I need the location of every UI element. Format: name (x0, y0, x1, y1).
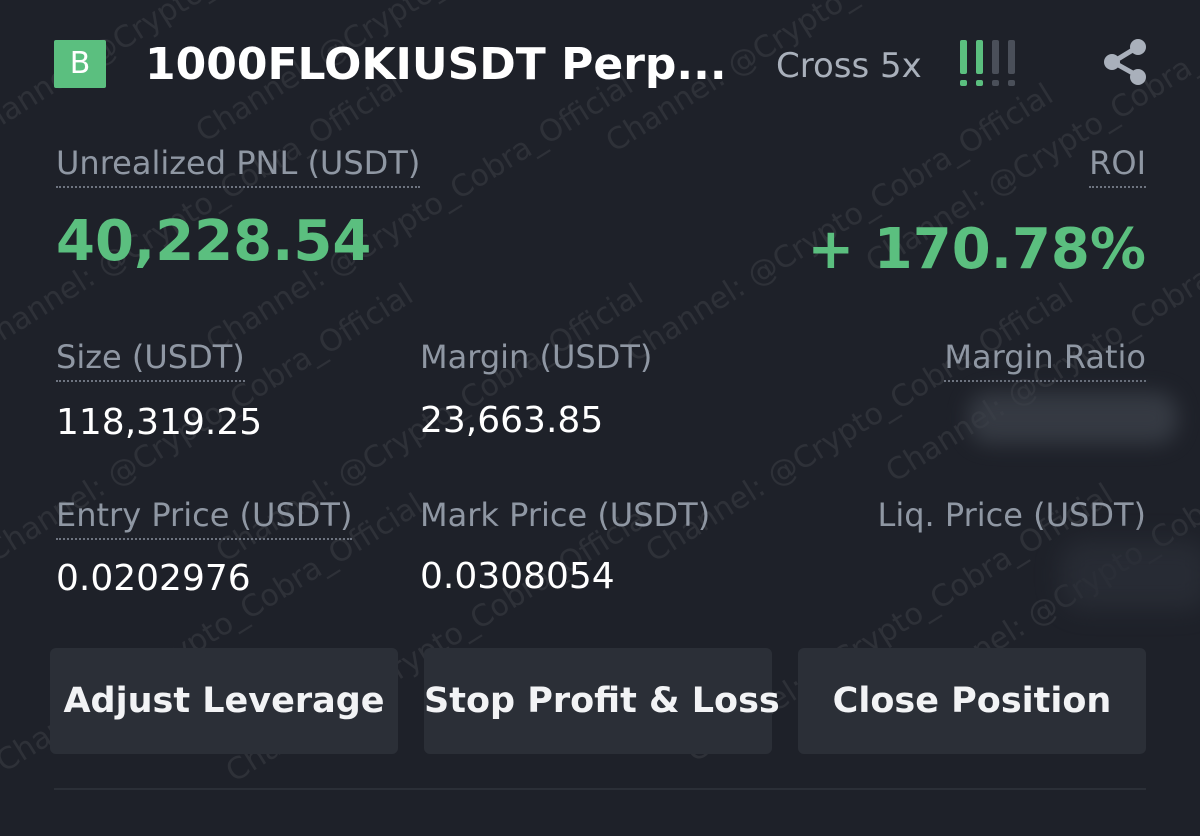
size-value: 118,319.25 (56, 402, 263, 443)
exchange-badge: B (54, 40, 106, 88)
close-position-button[interactable]: Close Position (798, 648, 1146, 754)
unrealized-pnl-value: 40,228.54 (56, 209, 372, 274)
share-icon[interactable] (1100, 36, 1152, 88)
size-label[interactable]: Size (USDT) (56, 336, 245, 382)
margin-mode-label[interactable]: Cross 5x (776, 44, 922, 88)
margin-value: 23,663.85 (420, 400, 604, 441)
entry-price-value: 0.0202976 (56, 558, 251, 599)
margin-label: Margin (USDT) (420, 338, 653, 376)
mark-price-value: 0.0308054 (420, 556, 615, 597)
liq-price-value-obscured (1060, 540, 1200, 610)
stop-profit-loss-button[interactable]: Stop Profit & Loss (424, 648, 780, 754)
symbol-title[interactable]: 1000FLOKIUSDT Perp... (145, 34, 727, 96)
risk-level-icon (958, 40, 1022, 88)
roi-value: + 170.78% (807, 217, 1146, 282)
adjust-leverage-button[interactable]: Adjust Leverage (50, 648, 398, 754)
mark-price-label: Mark Price (USDT) (420, 496, 711, 534)
liq-price-label: Liq. Price (USDT) (877, 496, 1147, 534)
unrealized-pnl-label[interactable]: Unrealized PNL (USDT) (56, 142, 421, 188)
entry-price-label[interactable]: Entry Price (USDT) (56, 494, 353, 540)
margin-ratio-label[interactable]: Margin Ratio (944, 336, 1146, 382)
divider (54, 788, 1146, 790)
roi-label[interactable]: ROI (1089, 142, 1146, 188)
margin-ratio-value-obscured (968, 392, 1178, 444)
